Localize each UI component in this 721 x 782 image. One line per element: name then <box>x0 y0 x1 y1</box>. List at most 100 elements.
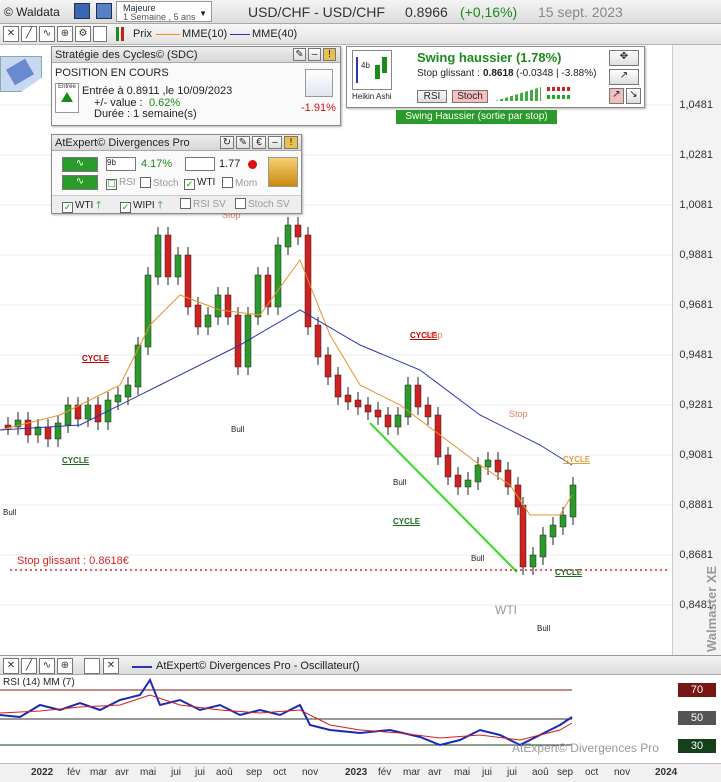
checkbox-icon[interactable] <box>84 658 100 674</box>
tools-icon[interactable]: ✕ <box>3 26 19 42</box>
zoom-in-icon[interactable]: ↗ <box>609 69 639 85</box>
rsi-button[interactable]: RSI <box>417 90 447 103</box>
swing-stop-value: 0.8618 <box>483 68 514 79</box>
tools-icon[interactable]: ✕ <box>3 658 19 674</box>
candle <box>529 554 537 568</box>
rsi-mm-line <box>0 694 573 741</box>
wave-up-button[interactable]: ∿ <box>62 157 98 172</box>
stoch-filter[interactable]: Stoch <box>140 177 179 189</box>
close-icon[interactable]: ✕ <box>103 658 119 674</box>
time-tick-label: mai <box>140 767 157 778</box>
price-tick-label: 0,9881 <box>679 249 713 261</box>
zoom-icon[interactable]: ⊕ <box>57 26 73 42</box>
candle <box>214 294 222 318</box>
performance-icon[interactable] <box>305 69 333 97</box>
book-icon[interactable] <box>74 3 90 19</box>
alert-icon[interactable]: ! <box>284 136 298 149</box>
price-tick-label: 1,0281 <box>679 149 713 161</box>
trend-up-icon[interactable]: ↗ <box>609 88 624 104</box>
price-change: (+0,16%) <box>460 4 518 20</box>
candle <box>484 459 492 468</box>
euro-icon[interactable]: € <box>252 136 266 149</box>
candle <box>134 344 142 388</box>
indicator-icon[interactable]: ∿ <box>39 658 55 674</box>
time-tick-label: 2023 <box>345 767 368 778</box>
candle <box>514 484 522 508</box>
indicator-icon[interactable]: ∿ <box>39 26 55 42</box>
price-tick-label: 0,9281 <box>679 399 713 411</box>
zoom-icon[interactable]: ⊕ <box>57 658 73 674</box>
price-tick-label: 0,9081 <box>679 449 713 461</box>
candle <box>44 426 52 440</box>
candle <box>364 404 372 413</box>
time-tick-label: aoû <box>532 767 549 778</box>
candle <box>494 459 502 473</box>
settings-icon[interactable]: ⚙ <box>75 26 91 42</box>
time-tick-label: nov <box>614 767 631 778</box>
bull-marker: Bull <box>393 478 407 487</box>
alert-icon[interactable]: ! <box>323 48 336 61</box>
price-toggle[interactable]: Prix <box>133 28 152 40</box>
bell-icon[interactable] <box>268 157 298 187</box>
time-tick-label: 2024 <box>655 767 678 778</box>
watermark: Walmaster XE <box>704 565 719 652</box>
move-icon[interactable]: ✥ <box>609 50 639 66</box>
bull-marker: Bull <box>471 554 485 563</box>
price-tick-label: 1,0481 <box>679 99 713 111</box>
candles-icon <box>116 27 124 41</box>
ratio-icon[interactable] <box>185 157 215 171</box>
swing-stop-delta: (-0.0348 | -3.88%) <box>516 68 597 79</box>
level-70: 70 <box>678 683 716 697</box>
mme40-toggle[interactable]: MME(40) <box>252 28 297 40</box>
stoch-button[interactable]: Stoch <box>452 90 488 103</box>
mme10-swatch <box>156 34 180 35</box>
candle <box>384 414 392 428</box>
oscillator-toolbar: ✕ ╱ ∿ ⊕ ✕ AtExpert© Divergences Pro - Os… <box>0 655 721 675</box>
time-tick-label: sep <box>557 767 574 778</box>
entry-info: Entrée à 0.8911 ,le 10/09/2023 <box>82 85 233 97</box>
mme10-toggle[interactable]: MME(10) <box>182 28 227 40</box>
signal-dots-green <box>547 95 571 99</box>
candle <box>164 234 172 278</box>
edit-icon[interactable]: ✎ <box>236 136 250 149</box>
strategy-panel: Stratégie des Cycles© (SDC) ✎ – ! POSITI… <box>51 46 341 126</box>
period-label: 1 Semaine , 5 ans <box>123 12 196 22</box>
draw-icon[interactable]: ╱ <box>21 658 37 674</box>
wipi-toggle[interactable]: ✓ WIPI 🡑 <box>120 198 163 215</box>
chevron-down-icon[interactable]: ▼ <box>199 9 207 18</box>
cycle-marker: CYCLE <box>393 517 421 526</box>
edit-icon[interactable]: ✎ <box>293 48 306 61</box>
trend-down-icon[interactable]: ↘ <box>626 88 641 104</box>
cycle-marker: CYCLE <box>62 456 90 465</box>
mom-filter[interactable]: Mom <box>222 177 257 189</box>
refresh-icon[interactable]: ↻ <box>220 136 234 149</box>
chart-list-icon[interactable] <box>96 3 112 19</box>
time-tick-label: oct <box>273 767 287 778</box>
candle <box>374 409 382 418</box>
mme40-line <box>0 309 573 466</box>
heikin-ashi-icon[interactable]: 4b <box>352 50 392 90</box>
last-price: 0.8966 <box>405 4 448 20</box>
rsi-filter[interactable]: ☐ RSI <box>106 177 136 190</box>
candle <box>284 224 292 248</box>
rsi-sv-toggle[interactable]: RSI SV <box>180 198 226 210</box>
market-selector[interactable]: Majeure 1 Semaine , 5 ans ▼ <box>116 1 212 22</box>
checkbox-icon[interactable] <box>93 26 107 42</box>
swing-stop-label: Stop glissant : <box>417 68 480 79</box>
time-tick-label: mar <box>403 767 421 778</box>
wti-toggle[interactable]: ✓ WTI 🡑 <box>62 198 101 215</box>
candle <box>84 404 92 420</box>
time-tick-label: jui <box>507 767 518 778</box>
strength-bar <box>495 87 541 101</box>
minimize-icon[interactable]: – <box>268 136 282 149</box>
hourglass-icon[interactable]: 9b <box>106 157 136 171</box>
candle <box>559 514 567 528</box>
minimize-icon[interactable]: – <box>308 48 321 61</box>
wave-down-button[interactable]: ∿ <box>62 175 98 190</box>
time-axis: 2022 fév mar avr mai jui jui aoû sep oct nov 2023 fé… <box>0 763 721 782</box>
draw-icon[interactable]: ╱ <box>21 26 37 42</box>
candle <box>204 314 212 328</box>
wti-filter[interactable]: ✓ WTI <box>184 177 215 190</box>
cycle-marker: CYCLE <box>563 455 591 464</box>
stoch-sv-toggle[interactable]: Stoch SV <box>235 198 290 210</box>
